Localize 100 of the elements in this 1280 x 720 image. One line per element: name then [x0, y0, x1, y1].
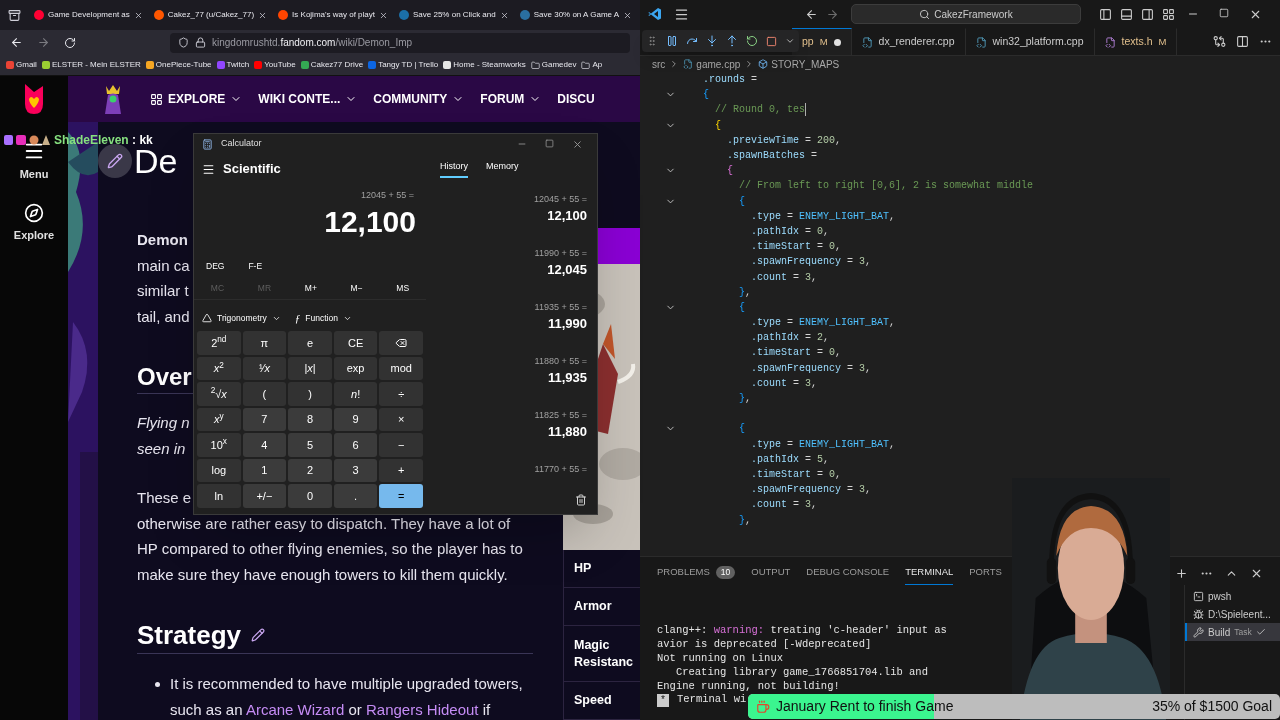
memory-button[interactable]: M−	[350, 282, 363, 295]
calc-key[interactable]: 1	[242, 458, 287, 482]
bookmark[interactable]: Home - Steamworks	[443, 59, 526, 71]
nav-menu[interactable]: DISCU	[557, 90, 595, 108]
panel-tab[interactable]: TERMINAL	[905, 561, 954, 585]
memory-button[interactable]: M+	[304, 282, 317, 295]
calc-key[interactable]: 2	[288, 458, 332, 482]
calc-key[interactable]: $^{2}$√x	[197, 382, 241, 406]
breadcrumb-item[interactable]: STORY_MAPS	[758, 56, 840, 72]
calc-key[interactable]: ×	[379, 407, 423, 431]
history-result: 12,100	[547, 207, 587, 225]
bookmark[interactable]: Twitch	[216, 59, 250, 71]
rail-item[interactable]: Explore	[13, 202, 55, 243]
calc-key[interactable]: mod	[379, 356, 423, 380]
code-line: {	[738, 300, 746, 315]
bookmark[interactable]: Tangy TD | Trello	[368, 59, 439, 71]
calc-key[interactable]: 2$^{nd}$	[197, 331, 241, 355]
calc-key[interactable]: −	[379, 433, 423, 457]
bookmark[interactable]: Ap	[581, 59, 603, 71]
browser-tab[interactable]: Is Kojima's way of playt	[274, 3, 392, 27]
history-entry[interactable]: 11825 + 55 = 11,880	[526, 406, 587, 444]
calc-key[interactable]: 4	[242, 433, 287, 457]
panel-tab[interactable]: DEBUG CONSOLE	[806, 561, 890, 585]
bookmark[interactable]: ELSTER - Mein ELSTER	[41, 59, 141, 71]
calc-key[interactable]: x$^{y}$	[197, 407, 241, 431]
calc-key[interactable]: n!	[333, 382, 378, 406]
history-entry[interactable]: 11880 + 55 = 11,935	[526, 352, 587, 390]
address-field[interactable]: kingdomrushtd.fandom.com/wiki/Demon_Imp	[170, 32, 630, 53]
history-entry[interactable]: 11935 + 55 = 11,990	[526, 298, 587, 336]
calc-key[interactable]: =	[379, 484, 423, 508]
terminal-line: clang++: warning: treating 'c-header' input as	[657, 623, 948, 637]
calc-key[interactable]: ln	[197, 484, 241, 508]
nav-menu[interactable]: COMMUNITY	[373, 90, 465, 108]
terminal-line: Not running on Linux	[657, 651, 785, 665]
session-detail: Task	[1234, 625, 1252, 639]
paragraph-text: HP compared to other flying enemies, so the player has to	[137, 539, 523, 559]
calc-key[interactable]: +	[379, 458, 423, 482]
command-search-field[interactable]: CakezFramework	[851, 4, 1081, 24]
calc-key[interactable]: |x|	[288, 356, 332, 380]
code-line: .pathIdx = 5,	[750, 452, 830, 467]
history-result: 11,935	[547, 369, 587, 387]
history-result: 11,990	[547, 315, 587, 333]
italic-text: seen in	[137, 438, 186, 459]
calc-key[interactable]: 5	[288, 433, 332, 457]
calc-key[interactable]: ¹⁄x	[242, 356, 287, 380]
editor-tab[interactable]: pp M	[792, 28, 852, 55]
breadcrumb-item[interactable]: src	[652, 56, 666, 72]
tab-name: pp	[802, 34, 814, 50]
history-entry[interactable]: 11990 + 55 = 12,045	[526, 244, 587, 282]
calc-key[interactable]: log	[197, 458, 241, 482]
mode-toggle[interactable]: DEG	[206, 259, 225, 273]
history-expression: 11880 + 55 =	[534, 355, 587, 368]
bookmark[interactable]: Gamedev	[530, 59, 577, 71]
nav-menu[interactable]: EXPLORE	[150, 90, 243, 108]
panel-tab[interactable]: PORTS	[969, 561, 1002, 585]
git-status: M	[819, 34, 828, 49]
calc-key[interactable]: 3	[333, 458, 378, 482]
nav-menu[interactable]: FORUM	[480, 90, 542, 108]
browser-tab[interactable]: Cakez_77 (u/Cakez_77)	[149, 3, 272, 27]
calc-key[interactable]: x$^{2}$	[197, 356, 241, 380]
bookmark[interactable]: YouTube	[254, 59, 296, 71]
calc-key[interactable]: ÷	[379, 382, 423, 406]
terminal-session[interactable]: pwsh	[1185, 587, 1280, 605]
browser-tab[interactable]: Save 25% on Click and	[395, 3, 513, 27]
bookmark[interactable]: OnePiece-Tube	[145, 59, 212, 71]
memory-button[interactable]: MS	[396, 282, 410, 295]
function-menu[interactable]: Trigonometry	[202, 311, 281, 325]
calc-key[interactable]: e	[288, 331, 332, 355]
calc-key[interactable]: +/−	[242, 484, 287, 508]
history-entry[interactable]: 12045 + 55 = 12,100	[525, 190, 587, 228]
mode-toggle[interactable]: F-E	[248, 259, 263, 273]
calc-key[interactable]: 6	[333, 433, 378, 457]
panel-tab[interactable]: PROBLEMS 10	[657, 561, 736, 585]
panel-tab[interactable]: History	[440, 159, 468, 179]
panel-tab[interactable]: Memory	[486, 159, 519, 179]
browser-tab[interactable]: Game Development as	[30, 3, 147, 27]
breadcrumb-item[interactable]: game.cpp	[683, 56, 741, 72]
calc-key[interactable]: π	[242, 331, 287, 355]
bookmark[interactable]: Cakez77 Drive	[300, 59, 364, 71]
bookmark[interactable]: Gmail	[6, 59, 37, 71]
calc-key[interactable]: exp	[333, 356, 378, 380]
function-menu[interactable]: ƒ Function	[294, 309, 352, 327]
calc-key[interactable]: 7	[242, 407, 287, 431]
code-line: .type = ENEMY_LIGHT_BAT,	[750, 437, 896, 452]
calc-key[interactable]: .	[333, 484, 378, 508]
browser-tab[interactable]: Save 30% on A Game A	[515, 3, 637, 27]
calc-key[interactable]: )	[288, 382, 332, 406]
terminal-session[interactable]: D:\Spieleent...	[1185, 605, 1280, 623]
calc-key[interactable]: 10$^{x}$	[197, 433, 241, 457]
calc-key[interactable]: (	[242, 382, 287, 406]
nav-menu[interactable]: WIKI CONTE...	[258, 90, 358, 108]
terminal-session[interactable]: Build Task	[1185, 623, 1280, 641]
calc-key[interactable]: 0	[288, 484, 332, 508]
calc-key[interactable]: CE	[333, 331, 378, 355]
link[interactable]: Rangers Hideout	[365, 700, 479, 718]
calc-key[interactable]: 8	[288, 407, 332, 431]
panel-tab[interactable]: OUTPUT	[751, 561, 791, 585]
link[interactable]: Arcane Wizard	[245, 700, 345, 718]
history-entry[interactable]: 11770 + 55 =	[526, 460, 587, 478]
calc-key[interactable]: 9	[333, 407, 378, 431]
